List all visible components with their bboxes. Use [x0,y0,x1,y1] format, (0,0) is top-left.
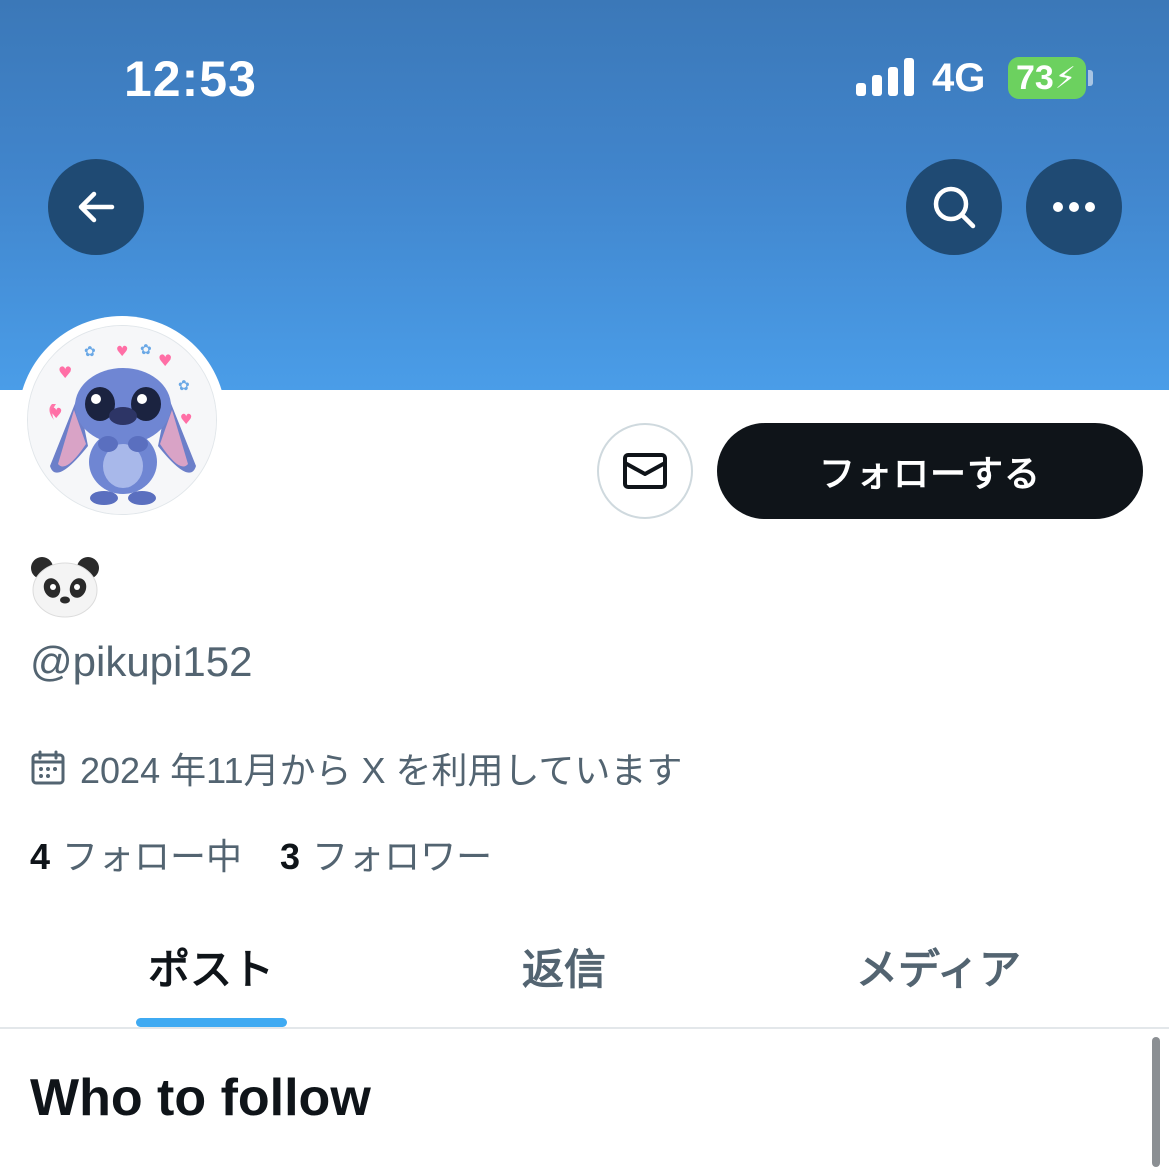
follow-button[interactable]: フォローする [717,423,1143,519]
tabs-divider [0,1027,1169,1029]
who-to-follow-heading: Who to follow [30,1069,371,1127]
search-icon [933,186,976,229]
joined-text: 2024 年11月から X を利用しています [80,750,683,791]
mail-icon [623,453,667,489]
profile-handle: @pikupi152 [30,638,253,685]
scrollbar[interactable] [1152,1037,1160,1167]
cellular-signal-icon [856,58,914,96]
svg-text:♥: ♥ [180,412,193,428]
svg-text:♥: ♥ [158,351,172,370]
back-button[interactable] [48,159,144,255]
display-name-panda-emoji [31,557,99,618]
status-time: 12:53 [124,51,257,107]
svg-text:✿: ✿ [84,344,96,360]
battery-tip [1088,70,1093,86]
profile-avatar[interactable]: ♥ ♥ ♥ ♥ ♥ ✿ ✿ ✿ [18,316,226,524]
tab-replies[interactable]: 返信 [522,936,606,997]
active-tab-indicator [136,1018,287,1027]
svg-text:♥: ♥ [58,363,72,382]
svg-text:♥: ♥ [116,344,129,360]
svg-text:♥: ♥ [50,406,63,422]
svg-text:✿: ✿ [178,378,190,394]
calendar-icon [31,750,65,785]
charging-bolt-icon: ⚡ [1054,61,1076,95]
follow-counts: 4 フォロー中 3 フォロワー [30,828,492,880]
tab-posts[interactable]: ポスト [148,936,274,997]
search-button[interactable] [906,159,1002,255]
following-label[interactable]: フォロー中 [62,828,242,880]
network-type: 4G [932,56,986,100]
svg-text:✿: ✿ [140,342,152,358]
stitch-avatar-illustration: ♥ ♥ ♥ ♥ ♥ ✿ ✿ ✿ [28,326,216,514]
more-button[interactable] [1026,159,1122,255]
followers-label[interactable]: フォロワー [312,828,492,880]
more-horizontal-icon [1053,202,1095,212]
avatar-image: ♥ ♥ ♥ ♥ ♥ ✿ ✿ ✿ [27,325,217,515]
tab-media[interactable]: メディア [856,936,1021,997]
followers-count[interactable]: 3 [280,836,300,878]
joined-date: 2024 年11月から X を利用しています [30,742,682,794]
message-button[interactable] [597,423,693,519]
arrow-left-icon [78,191,115,223]
following-count[interactable]: 4 [30,836,50,878]
battery-level: 73 [1016,58,1054,97]
battery-indicator: 73 ⚡ [1008,57,1086,99]
